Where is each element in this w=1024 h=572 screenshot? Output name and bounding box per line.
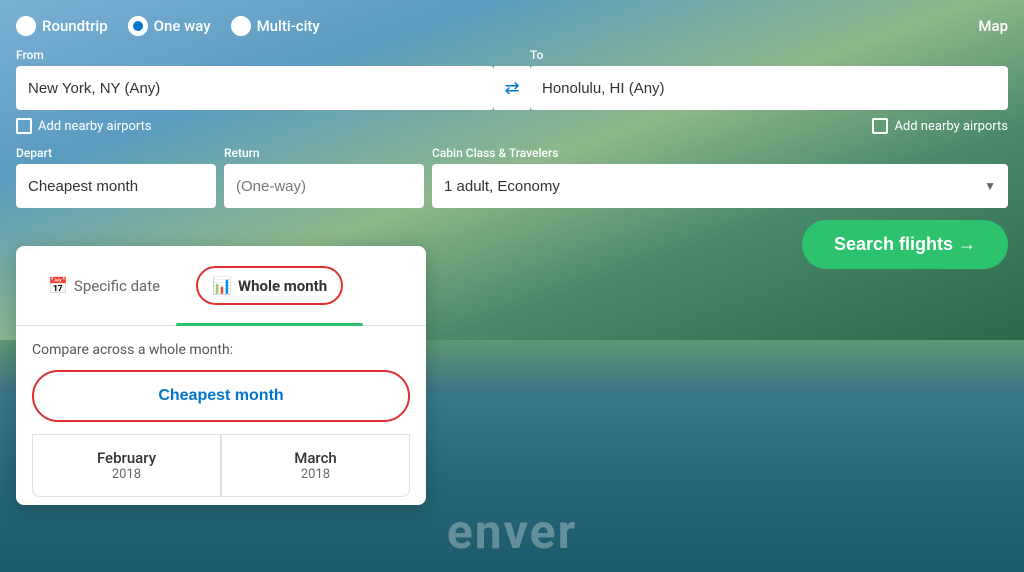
to-nearby-option[interactable]: Add nearby airports bbox=[872, 118, 1008, 134]
from-nearby-label: Add nearby airports bbox=[38, 119, 152, 134]
trip-type-row: Roundtrip One way Multi-city Map bbox=[16, 16, 1008, 36]
map-link[interactable]: Map bbox=[978, 17, 1008, 35]
swap-button[interactable]: ⇄ bbox=[494, 66, 530, 110]
to-nearby-checkbox[interactable] bbox=[872, 118, 888, 134]
cabin-select-wrapper: 1 adult, Economy bbox=[432, 164, 1008, 208]
return-group: Return bbox=[224, 146, 424, 208]
roundtrip-option[interactable]: Roundtrip bbox=[16, 16, 108, 36]
tab-whole-oval: 📊 Whole month bbox=[196, 266, 343, 305]
from-to-row: From ⇄ To bbox=[16, 48, 1008, 110]
oneway-option[interactable]: One way bbox=[128, 16, 211, 36]
from-group: From bbox=[16, 48, 494, 110]
to-nearby-label: Add nearby airports bbox=[894, 119, 1008, 134]
to-label: To bbox=[530, 48, 1008, 62]
multicity-radio[interactable] bbox=[231, 16, 251, 36]
depart-row: Depart Return Cabin Class & Travelers 1 … bbox=[16, 146, 1008, 208]
depart-group: Depart bbox=[16, 146, 216, 208]
cabin-select[interactable]: 1 adult, Economy bbox=[432, 164, 1008, 208]
cabin-label: Cabin Class & Travelers bbox=[432, 146, 1008, 160]
month-year-march: 2018 bbox=[236, 467, 395, 482]
month-grid: February 2018 March 2018 bbox=[32, 434, 410, 497]
from-nearby-option[interactable]: Add nearby airports bbox=[16, 118, 152, 134]
compare-section: Compare across a whole month: Cheapest m… bbox=[16, 326, 426, 505]
swap-icon: ⇄ bbox=[504, 78, 519, 99]
compare-label: Compare across a whole month: bbox=[32, 342, 410, 358]
from-nearby-checkbox[interactable] bbox=[16, 118, 32, 134]
tab-whole-label: Whole month bbox=[238, 277, 327, 295]
cheapest-month-button[interactable]: Cheapest month bbox=[36, 374, 406, 418]
from-label: From bbox=[16, 48, 494, 62]
month-name-march: March bbox=[236, 449, 395, 467]
cheapest-btn-wrapper: Cheapest month bbox=[32, 370, 410, 422]
return-input[interactable] bbox=[224, 164, 424, 208]
oneway-radio[interactable] bbox=[128, 16, 148, 36]
from-input[interactable] bbox=[16, 66, 494, 110]
tab-specific-date[interactable]: 📅 Specific date bbox=[32, 246, 176, 325]
dropdown-panel: 📅 Specific date 📊 Whole month Compare ac… bbox=[16, 246, 426, 505]
city-watermark: enver bbox=[0, 503, 1024, 560]
depart-input[interactable] bbox=[16, 164, 216, 208]
roundtrip-label: Roundtrip bbox=[42, 17, 108, 35]
month-cell-february[interactable]: February 2018 bbox=[32, 434, 221, 497]
tab-specific-label: Specific date bbox=[74, 277, 160, 295]
depart-label: Depart bbox=[16, 146, 216, 160]
to-group: To bbox=[530, 48, 1008, 110]
search-button[interactable]: Search flights → bbox=[802, 220, 1008, 269]
search-button-label: Search flights → bbox=[834, 234, 976, 255]
month-cell-march[interactable]: March 2018 bbox=[221, 434, 410, 497]
month-name-february: February bbox=[47, 449, 206, 467]
trip-type-group: Roundtrip One way Multi-city bbox=[16, 16, 320, 36]
calendar-icon: 📅 bbox=[48, 276, 68, 295]
tab-bar: 📅 Specific date 📊 Whole month bbox=[16, 246, 426, 326]
bar-chart-icon: 📊 bbox=[212, 276, 232, 295]
nearby-row: Add nearby airports Add nearby airports bbox=[16, 118, 1008, 134]
return-label: Return bbox=[224, 146, 424, 160]
oneway-label: One way bbox=[154, 17, 211, 35]
cabin-group: Cabin Class & Travelers 1 adult, Economy bbox=[432, 146, 1008, 208]
roundtrip-radio[interactable] bbox=[16, 16, 36, 36]
tab-whole-month[interactable]: 📊 Whole month bbox=[176, 246, 363, 325]
multicity-label: Multi-city bbox=[257, 17, 320, 35]
to-input[interactable] bbox=[530, 66, 1008, 110]
multicity-option[interactable]: Multi-city bbox=[231, 16, 320, 36]
month-year-february: 2018 bbox=[47, 467, 206, 482]
